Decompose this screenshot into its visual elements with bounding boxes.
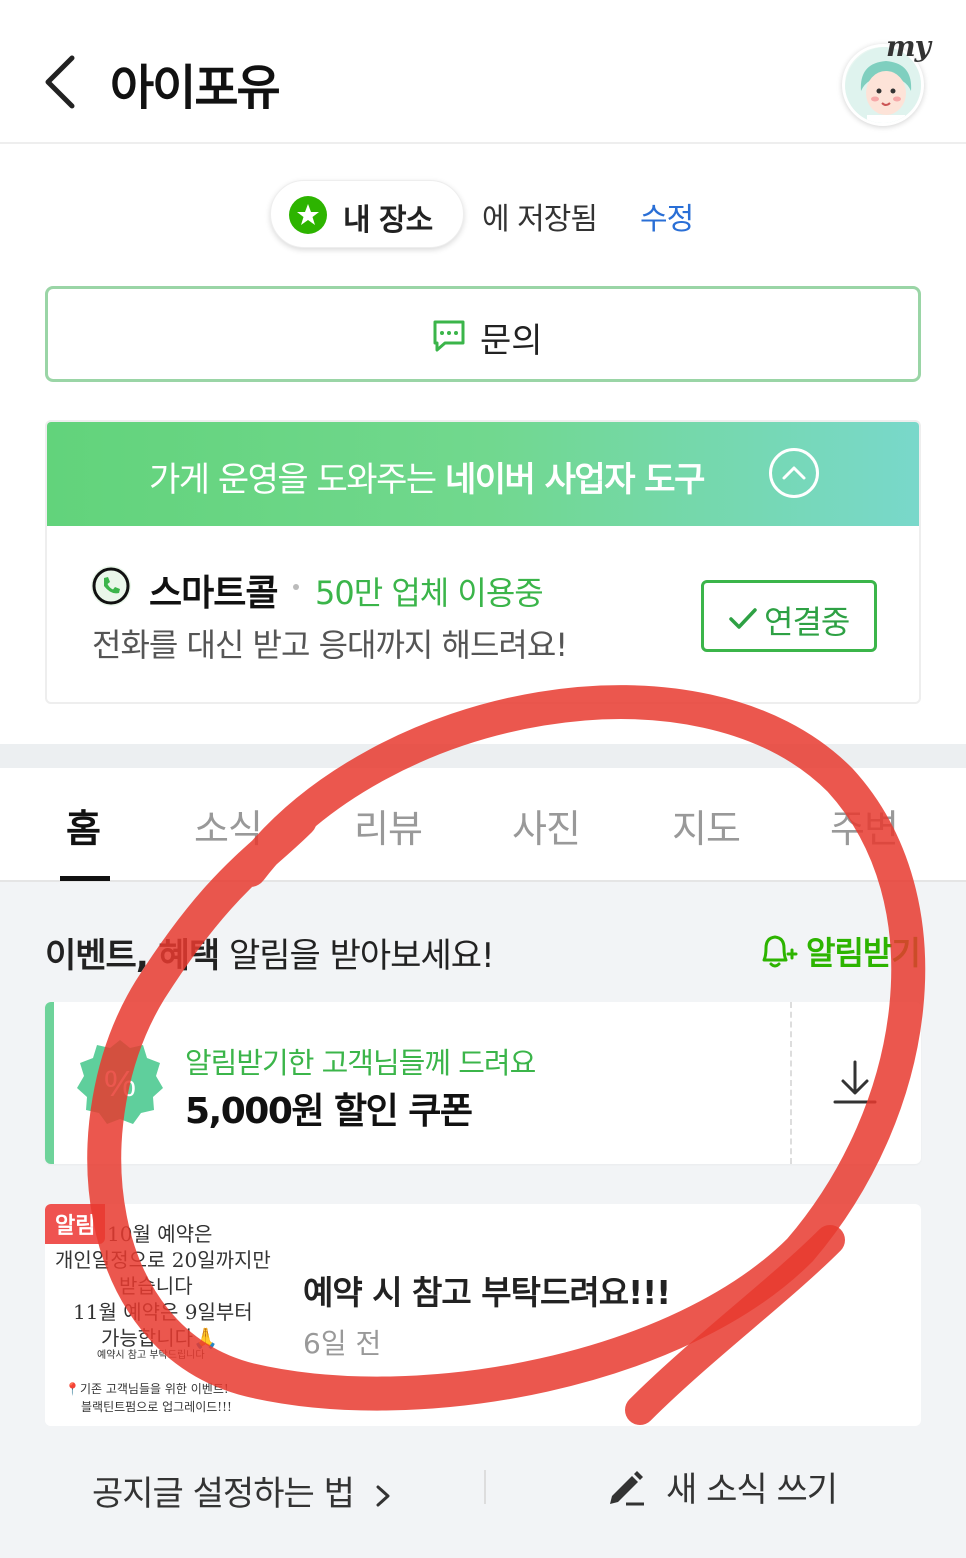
notification-prompt: 이벤트, 혜택 알림을 받아보세요! <box>45 928 495 977</box>
footer-divider <box>484 1470 486 1504</box>
thumbnail-line: 11월 예약은 9일부터 <box>73 1300 253 1324</box>
smartcall-name: 스마트콜 <box>149 573 278 614</box>
top-bar: 아이포유 my <box>0 0 966 144</box>
pencil-icon <box>610 1471 644 1506</box>
notice-thumbnail: 10월 예약은 개인일정으로 20일까지만 받습니다 11월 예약은 9일부터 … <box>45 1204 275 1426</box>
tab-reviews[interactable]: 리뷰 <box>354 798 423 853</box>
banner-bold: 네이버 사업자 도구 <box>444 460 705 500</box>
chevron-up-icon <box>782 466 806 480</box>
chevron-left-icon <box>45 55 75 109</box>
smartcall-description: 전화를 대신 받고 응대까지 해드려요! <box>92 626 568 664</box>
connect-label: 연결중 <box>764 603 850 641</box>
chevron-right-icon <box>376 1485 390 1506</box>
chat-bubble-icon <box>433 320 465 352</box>
section-divider <box>0 744 966 768</box>
inquiry-button[interactable]: 문의 <box>45 286 921 382</box>
my-places-button[interactable]: 내 장소 <box>270 180 464 248</box>
howto-label: 공지글 설정하는 법 <box>92 1474 355 1514</box>
banner-prefix: 가게 운영을 도와주는 <box>149 460 445 500</box>
star-icon <box>289 196 327 234</box>
download-icon[interactable] <box>831 1058 879 1108</box>
coupon-subtitle: 알림받기한 고객님들께 드려요 <box>185 1046 536 1080</box>
subscribe-button[interactable]: 알림받기 <box>756 928 926 972</box>
tab-nearby[interactable]: 주변 <box>830 798 899 853</box>
back-button[interactable] <box>40 52 84 112</box>
connect-button[interactable]: 연결중 <box>701 580 877 652</box>
badge-symbol: % <box>104 1063 136 1104</box>
coupon-title: 5,000원 할인 쿠폰 <box>185 1091 473 1132</box>
coupon-card[interactable]: % 알림받기한 고객님들께 드려요 5,000원 할인 쿠폰 <box>45 1002 921 1164</box>
tab-news[interactable]: 소식 <box>194 798 263 853</box>
inquiry-label: 문의 <box>480 321 543 361</box>
coupon-divider <box>790 1002 792 1164</box>
notification-prompt-bold: 이벤트, 혜택 <box>45 936 220 976</box>
thumbnail-line: 📍기존 고객님들을 위한 이벤트! <box>65 1382 229 1396</box>
write-news-button[interactable]: 새 소식 쓰기 <box>606 1462 866 1510</box>
howto-link[interactable]: 공지글 설정하는 법 <box>92 1466 394 1515</box>
write-news-label: 새 소식 쓰기 <box>666 1470 838 1510</box>
notice-time: 6일 전 <box>303 1327 382 1360</box>
tab-photos[interactable]: 사진 <box>512 798 581 853</box>
my-places-label: 내 장소 <box>343 203 433 238</box>
edit-link[interactable]: 수정 <box>640 194 694 238</box>
thumbnail-line: 10월 예약은 <box>107 1222 213 1246</box>
notification-prompt-rest: 알림을 받아보세요! <box>219 936 495 976</box>
app-screen: 아이포유 my 내 장소 에 저장됨 수정 문의 가게 운영을 도와주는 네이버… <box>0 0 966 1558</box>
business-tools-banner[interactable]: 가게 운영을 도와주는 네이버 사업자 도구 <box>47 422 919 526</box>
notice-card[interactable]: 10월 예약은 개인일정으로 20일까지만 받습니다 11월 예약은 9일부터 … <box>45 1204 921 1426</box>
tab-home[interactable]: 홈 <box>66 798 101 853</box>
my-badge: my <box>886 30 931 63</box>
check-icon <box>729 608 757 629</box>
tab-map[interactable]: 지도 <box>672 798 741 853</box>
coupon-accent-bar <box>45 1002 54 1164</box>
home-content: 이벤트, 혜택 알림을 받아보세요! 알림받기 % 알림받기한 고객님들께 드려… <box>0 882 966 1558</box>
notice-title: 예약 시 참고 부탁드려요!!! <box>303 1273 671 1312</box>
business-tools-card: 가게 운영을 도와주는 네이버 사업자 도구 스마트콜 50만 업체 이용중 전… <box>45 420 921 704</box>
active-tab-indicator <box>60 876 110 881</box>
subscribe-label: 알림받기 <box>806 934 921 972</box>
separator-dot <box>293 584 299 590</box>
saved-status-text: 에 저장됨 <box>482 202 598 237</box>
phone-icon <box>91 566 131 606</box>
page-title: 아이포유 <box>110 60 281 116</box>
thumbnail-line: 예약시 참고 부탁드립니다 <box>97 1350 205 1361</box>
thumbnail-line: 블랙틴트펌으로 업그레이드!!! <box>81 1400 232 1414</box>
thumbnail-line: 받습니다 <box>119 1274 193 1298</box>
thumbnail-line: 개인일정으로 20일까지만 <box>55 1248 271 1272</box>
tab-bar: 홈 소식 리뷰 사진 지도 주변 <box>0 768 966 882</box>
notice-badge: 알림 <box>45 1204 105 1244</box>
collapse-button[interactable] <box>769 448 819 498</box>
business-tools-banner-text: 가게 운영을 도와주는 네이버 사업자 도구 <box>149 452 705 501</box>
discount-badge-icon: % <box>77 1040 163 1124</box>
bell-plus-icon <box>762 935 798 968</box>
smartcall-users: 50만 업체 이용중 <box>315 574 544 612</box>
